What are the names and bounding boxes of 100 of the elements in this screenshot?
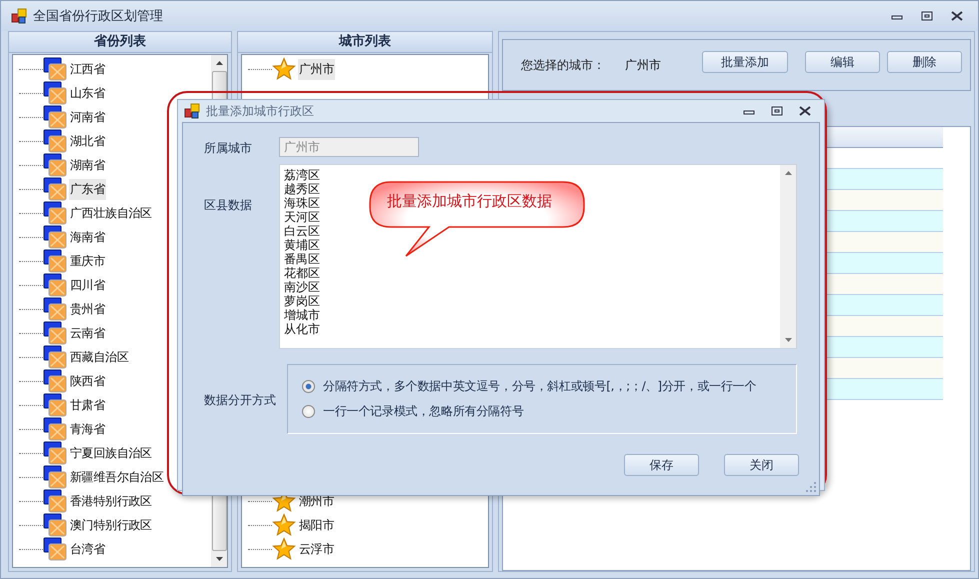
folder-monitor-icon [43, 441, 67, 465]
folder-monitor-icon [43, 369, 67, 393]
text-line: 萝岗区 [284, 294, 320, 308]
app-icon [184, 103, 200, 119]
scroll-up-icon [216, 61, 222, 65]
tree-line [248, 524, 272, 526]
tree-item[interactable]: 澳门特别行政区 [69, 514, 153, 536]
tree-line [19, 500, 43, 502]
panel-header: 城市列表 [238, 32, 492, 53]
tree-line [19, 524, 43, 526]
scroll-down-icon [216, 557, 222, 561]
tree-line [19, 260, 43, 262]
folder-monitor-icon [43, 321, 67, 345]
folder-monitor-icon [43, 57, 67, 81]
tree-line [248, 548, 272, 550]
tree-item[interactable]: 揭阳市 [298, 514, 336, 536]
tree-line [19, 68, 43, 70]
tree-item[interactable]: 宁夏回族自治区 [69, 442, 153, 464]
text-line: 南沙区 [284, 280, 320, 294]
folder-monitor-icon [43, 153, 67, 177]
tree-line [19, 212, 43, 214]
tree-line [19, 188, 43, 190]
tree-item[interactable]: 甘肃省 [69, 394, 106, 416]
tree-item[interactable]: 台湾省 [69, 538, 106, 560]
text-line: 白云区 [284, 224, 320, 238]
tree-item[interactable]: 河南省 [69, 106, 106, 128]
tree-item[interactable]: 云南省 [69, 322, 106, 344]
tree-line [248, 500, 272, 502]
tree-item[interactable]: 青海省 [69, 418, 106, 440]
tree-line [19, 356, 43, 358]
tree-line [19, 332, 43, 334]
text-line: 黄埔区 [284, 238, 320, 252]
resize-grip-icon [806, 482, 816, 492]
app-icon [11, 8, 27, 24]
scrollbar[interactable] [780, 165, 796, 348]
text-line: 荔湾区 [284, 168, 320, 182]
selected-city-label: 您选择的城市： [521, 56, 605, 74]
window-title: 全国省份行政区划管理 [33, 8, 163, 25]
folder-monitor-icon [43, 297, 67, 321]
tree-item[interactable]: 重庆市 [69, 250, 106, 272]
tree-item[interactable]: 江西省 [69, 58, 106, 80]
tree-line [19, 236, 43, 238]
tree-item[interactable]: 陕西省 [69, 370, 106, 392]
star-icon [272, 513, 296, 537]
toolbar-button[interactable]: 批量添加 [702, 51, 788, 73]
text-line: 越秀区 [284, 182, 320, 196]
radio-label: 分隔符方式，多个数据中英文逗号，分号，斜杠或顿号[,，;；/、]分开，或一行一个 [323, 378, 756, 395]
folder-monitor-icon [43, 489, 67, 513]
tree-item[interactable]: 湖南省 [69, 154, 106, 176]
tree-item[interactable]: 山东省 [69, 82, 106, 104]
text-line: 天河区 [284, 210, 320, 224]
tree-line [19, 476, 43, 478]
callout-text: 批量添加城市行政区数据 [387, 192, 552, 211]
star-icon [272, 57, 296, 81]
text-line: 从化市 [284, 322, 320, 336]
tree-item[interactable]: 香港特别行政区 [69, 490, 153, 512]
tree-item[interactable]: 海南省 [69, 226, 106, 248]
tree-line [19, 548, 43, 550]
folder-monitor-icon [43, 417, 67, 441]
restore-icon [771, 106, 783, 116]
tree-item[interactable]: 西藏自治区 [69, 346, 130, 368]
toolbar-button[interactable]: 编辑 [805, 51, 880, 73]
tree-item[interactable]: 云浮市 [298, 538, 336, 560]
text-line: 番禺区 [284, 252, 320, 266]
folder-monitor-icon [43, 177, 67, 201]
tree-item[interactable]: 四川省 [69, 274, 106, 296]
dialog-title: 批量添加城市行政区 [206, 102, 314, 120]
folder-monitor-icon [43, 345, 67, 369]
selected-city-value: 广州市 [625, 56, 661, 74]
text-line: 增城市 [284, 308, 320, 322]
tree-line [19, 308, 43, 310]
scroll-up-icon [784, 171, 792, 175]
tree-item[interactable]: 广州市 [298, 58, 336, 80]
radio-button[interactable] [302, 405, 315, 418]
folder-monitor-icon [43, 225, 67, 249]
tree-item[interactable]: 新疆维吾尔自治区 [69, 466, 165, 488]
folder-monitor-icon [43, 513, 67, 537]
star-icon [272, 537, 296, 561]
tree-item[interactable]: 广东省 [69, 178, 106, 200]
tree-item[interactable]: 贵州省 [69, 298, 106, 320]
field-label: 数据分开方式 [204, 392, 277, 409]
restore-icon [921, 11, 933, 21]
folder-monitor-icon [43, 249, 67, 273]
toolbar-button[interactable]: 删除 [887, 51, 962, 73]
folder-monitor-icon [43, 201, 67, 225]
tree-item[interactable]: 湖北省 [69, 130, 106, 152]
tree-line [19, 284, 43, 286]
radio-button[interactable] [302, 380, 315, 393]
dialog-button[interactable]: 关闭 [724, 454, 799, 476]
tree-item[interactable]: 广西壮族自治区 [69, 202, 153, 224]
folder-monitor-icon [43, 105, 67, 129]
close-icon [799, 106, 811, 116]
tree-line [19, 404, 43, 406]
folder-monitor-icon [43, 129, 67, 153]
folder-monitor-icon [43, 465, 67, 489]
folder-monitor-icon [43, 81, 67, 105]
dialog-button[interactable]: 保存 [624, 454, 699, 476]
panel-header: 省份列表 [9, 32, 231, 53]
close-icon [951, 11, 963, 21]
folder-monitor-icon [43, 537, 67, 561]
